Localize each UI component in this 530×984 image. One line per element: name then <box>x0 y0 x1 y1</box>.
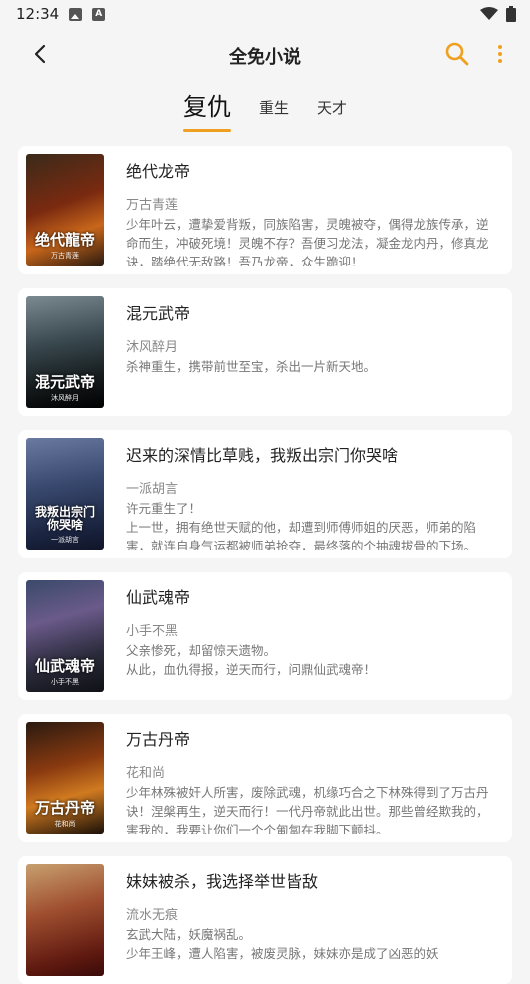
book-author: 沐风醉月 <box>126 340 179 355</box>
category-tabs: 复仇 重生 天才 <box>0 80 530 132</box>
status-bar: 12:34 A <box>0 0 530 28</box>
book-author: 花和尚 <box>126 766 166 781</box>
book-cover: 万古丹帝 花和尚 <box>26 722 104 834</box>
book-list: 绝代龍帝 万古青莲 绝代龙帝 万古青莲 少年叶云，遭挚爱背叛，同族陷害，灵魄被夺… <box>0 132 530 984</box>
cover-title: 混元武帝 <box>34 372 95 391</box>
cover-author: 小手不黑 <box>51 678 79 686</box>
cover-author: 万古青莲 <box>51 252 79 260</box>
book-description: 许元重生了！ 上一世，拥有绝世天赋的他，却遭到师傅师姐的厌恶，师弟的陷害，就连自… <box>126 501 477 550</box>
book-cover: 混元武帝 沐风醉月 <box>26 296 104 408</box>
search-icon <box>445 42 469 66</box>
cover-title: 仙武魂帝 <box>34 656 95 675</box>
more-options-button[interactable] <box>488 41 512 67</box>
book-title: 妹妹被杀，我选择举世皆敌 <box>126 872 319 891</box>
more-dot-icon <box>498 52 502 56</box>
wifi-icon <box>480 7 498 20</box>
battery-icon <box>506 6 516 22</box>
more-dot-icon <box>498 45 502 49</box>
image-notification-icon <box>69 7 83 21</box>
more-dot-icon <box>498 59 502 63</box>
book-cover: 我叛出宗门你哭啥 一派胡言 <box>26 438 104 550</box>
search-button[interactable] <box>444 41 470 67</box>
book-card[interactable]: 万古丹帝 花和尚 万古丹帝 花和尚 少年林殊被奸人所害，废除武魂，机缘巧合之下林… <box>18 714 512 842</box>
book-description: 少年叶云，遭挚爱背叛，同族陷害，灵魄被夺，偶得龙族传承，逆命而生，冲破死境！灵魄… <box>126 217 489 266</box>
book-cover: 仙武魂帝 小手不黑 <box>26 580 104 692</box>
book-card[interactable]: 我叛出宗门你哭啥 一派胡言 迟来的深情比草贱，我叛出宗门你哭啥 一派胡言 许元重… <box>18 430 512 558</box>
cover-author: 沐风醉月 <box>51 394 79 402</box>
cover-author: 一派胡言 <box>51 536 79 544</box>
cover-title: 万古丹帝 <box>34 798 95 817</box>
cover-author: 花和尚 <box>54 820 76 828</box>
book-description: 杀神重生，携带前世至宝，杀出一片新天地。 <box>126 359 377 374</box>
tab-genius[interactable]: 天才 <box>317 97 347 132</box>
book-card[interactable]: 混元武帝 沐风醉月 混元武帝 沐风醉月 杀神重生，携带前世至宝，杀出一片新天地。 <box>18 288 512 416</box>
book-card[interactable]: 绝代龍帝 万古青莲 绝代龙帝 万古青莲 少年叶云，遭挚爱背叛，同族陷害，灵魄被夺… <box>18 146 512 274</box>
book-card[interactable]: 仙武魂帝 小手不黑 仙武魂帝 小手不黑 父亲惨死，却留惊天遗物。 从此，血仇得报… <box>18 572 512 700</box>
back-arrow-icon <box>34 44 46 64</box>
book-cover <box>26 864 104 976</box>
cover-title: 绝代龍帝 <box>34 230 95 249</box>
app-notification-icon: A <box>92 7 106 21</box>
tab-rebirth[interactable]: 重生 <box>259 97 289 132</box>
app-bar: 全免小说 <box>0 28 530 80</box>
cover-title: 我叛出宗门你哭啥 <box>34 504 95 532</box>
book-author: 小手不黑 <box>126 624 179 639</box>
book-author: 流水无痕 <box>126 908 179 923</box>
book-title: 万古丹帝 <box>126 730 191 749</box>
tab-revenge[interactable]: 复仇 <box>182 87 231 132</box>
book-author: 一派胡言 <box>126 482 179 497</box>
book-title: 仙武魂帝 <box>126 588 191 607</box>
book-title: 混元武帝 <box>126 304 191 323</box>
status-time: 12:34 <box>16 5 60 23</box>
book-author: 万古青莲 <box>126 198 179 213</box>
back-button[interactable] <box>28 42 52 66</box>
book-title: 迟来的深情比草贱，我叛出宗门你哭啥 <box>126 446 399 465</box>
book-title: 绝代龙帝 <box>126 162 191 181</box>
book-card[interactable]: 妹妹被杀，我选择举世皆敌 流水无痕 玄武大陆，妖魔祸乱。 少年王峰，遭人陷害，被… <box>18 856 512 984</box>
book-description: 父亲惨死，却留惊天遗物。 从此，血仇得报，逆天而行，问鼎仙武魂帝！ <box>126 643 377 677</box>
book-description: 少年林殊被奸人所害，废除武魂，机缘巧合之下林殊得到了万古丹诀！涅槃再生，逆天而行… <box>126 785 489 834</box>
book-description: 玄武大陆，妖魔祸乱。 少年王峰，遭人陷害，被废灵脉，妹妹亦是成了凶恶的妖 <box>126 927 439 961</box>
book-cover: 绝代龍帝 万古青莲 <box>26 154 104 266</box>
